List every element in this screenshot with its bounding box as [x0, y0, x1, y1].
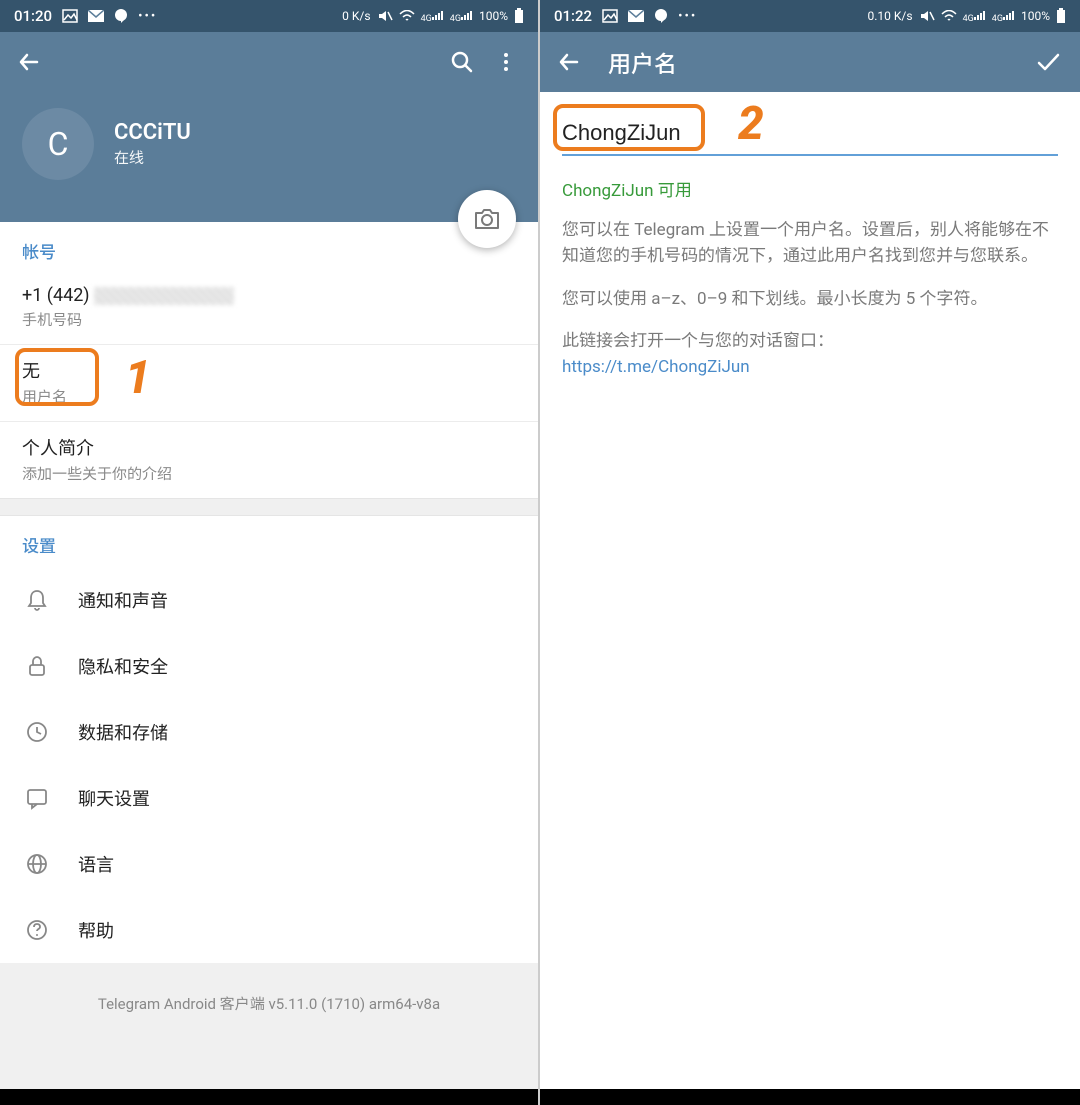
setting-label: 帮助 [78, 917, 114, 943]
help-icon [22, 915, 52, 945]
globe-icon [22, 849, 52, 879]
profile-header: C CCCiTU 在线 [0, 92, 538, 222]
signal1-icon: 4G [963, 9, 986, 24]
image-icon [602, 9, 618, 23]
wifi-icon [399, 10, 415, 22]
setting-row-language[interactable]: 语言 [0, 831, 538, 897]
page-title: 用户名 [608, 45, 1022, 79]
hangouts-icon [654, 9, 668, 23]
setting-row-privacy[interactable]: 隐私和安全 [0, 633, 538, 699]
hangouts-icon [114, 9, 128, 23]
status-time: 01:20 [14, 7, 52, 25]
account-label: 帐号 [0, 222, 538, 273]
annotation-box-1 [15, 348, 99, 406]
more-button[interactable] [488, 44, 524, 80]
status-bar: 01:20 ••• 0 K/s 4G 4G 100% [0, 0, 538, 32]
status-time: 01:22 [554, 7, 592, 25]
bio-value: 个人简介 [22, 434, 516, 460]
confirm-button[interactable] [1030, 44, 1066, 80]
signal2-icon: 4G [992, 9, 1015, 24]
status-bar: 01:22 ••• 0.10 K/s 4G 4G 100% [540, 0, 1080, 32]
mail-icon [88, 10, 104, 22]
phone-value: +1 (442) [22, 285, 516, 306]
section-divider [0, 498, 538, 516]
setting-row-data[interactable]: 数据和存储 [0, 699, 538, 765]
net-speed: 0.10 K/s [868, 9, 913, 23]
setting-label: 语言 [78, 851, 114, 877]
nav-bar [540, 1089, 1080, 1105]
setting-row-notifications[interactable]: 通知和声音 [0, 567, 538, 633]
mute-icon [377, 9, 393, 23]
account-section: 帐号 +1 (442) 手机号码 无 用户名 1 个人简介 添加一些关于你的介绍 [0, 222, 538, 498]
version-footer: Telegram Android 客户端 v5.11.0 (1710) arm6… [0, 963, 538, 1089]
image-icon [62, 9, 78, 23]
annotation-marker-2: 2 [738, 97, 764, 151]
bio-row[interactable]: 个人简介 添加一些关于你的介绍 [0, 422, 538, 498]
back-button[interactable] [554, 47, 584, 77]
settings-label: 设置 [0, 516, 538, 567]
info-text-1: 您可以在 Telegram 上设置一个用户名。设置后，别人将能够在不知道您的手机… [540, 201, 1080, 270]
info-text-3: 此链接会打开一个与您的对话窗口： https://t.me/ChongZiJun [540, 312, 1080, 381]
app-bar: 用户名 [540, 32, 1080, 92]
setting-label: 通知和声音 [78, 587, 168, 613]
screen-settings: 01:20 ••• 0 K/s 4G 4G 100% C [0, 0, 540, 1105]
username-input-area: 2 [540, 92, 1080, 166]
annotation-marker-1: 1 [125, 351, 151, 405]
battery-icon [1056, 8, 1066, 24]
annotation-box-2 [553, 104, 705, 151]
app-bar [0, 32, 538, 92]
chat-icon [22, 783, 52, 813]
avatar[interactable]: C [22, 108, 94, 180]
username-row[interactable]: 无 用户名 1 [0, 345, 538, 422]
more-icon: ••• [678, 9, 697, 24]
more-icon: ••• [138, 9, 157, 24]
profile-link[interactable]: https://t.me/ChongZiJun [562, 357, 750, 377]
wifi-icon [941, 10, 957, 22]
signal1-icon: 4G [421, 9, 444, 24]
battery-pct: 100% [479, 9, 508, 23]
clock-icon [22, 717, 52, 747]
camera-fab[interactable] [458, 190, 516, 248]
screen-username: 01:22 ••• 0.10 K/s 4G 4G 100% 用户名 2 Chon… [540, 0, 1080, 1105]
nav-bar [0, 1089, 538, 1105]
back-button[interactable] [14, 47, 44, 77]
setting-label: 数据和存储 [78, 719, 168, 745]
setting-row-chat[interactable]: 聊天设置 [0, 765, 538, 831]
battery-pct: 100% [1021, 9, 1050, 23]
bell-icon [22, 585, 52, 615]
phone-row[interactable]: +1 (442) 手机号码 [0, 273, 538, 345]
phone-label: 手机号码 [22, 309, 516, 330]
setting-label: 聊天设置 [78, 785, 150, 811]
lock-icon [22, 651, 52, 681]
mute-icon [919, 9, 935, 23]
search-button[interactable] [444, 44, 480, 80]
availability-text: ChongZiJun 可用 [540, 166, 1080, 201]
info-text-2: 您可以使用 a–z、0–9 和下划线。最小长度为 5 个字符。 [540, 270, 1080, 312]
profile-name: CCCiTU [114, 120, 191, 145]
setting-row-help[interactable]: 帮助 [0, 897, 538, 963]
net-speed: 0 K/s [342, 9, 370, 23]
profile-status: 在线 [114, 147, 191, 168]
setting-label: 隐私和安全 [78, 653, 168, 679]
settings-section: 设置 通知和声音 隐私和安全 数据和存储 聊天设置 语言 帮助 [0, 516, 538, 963]
bio-label: 添加一些关于你的介绍 [22, 463, 516, 484]
battery-icon [514, 8, 524, 24]
signal2-icon: 4G [450, 9, 473, 24]
mail-icon [628, 10, 644, 22]
